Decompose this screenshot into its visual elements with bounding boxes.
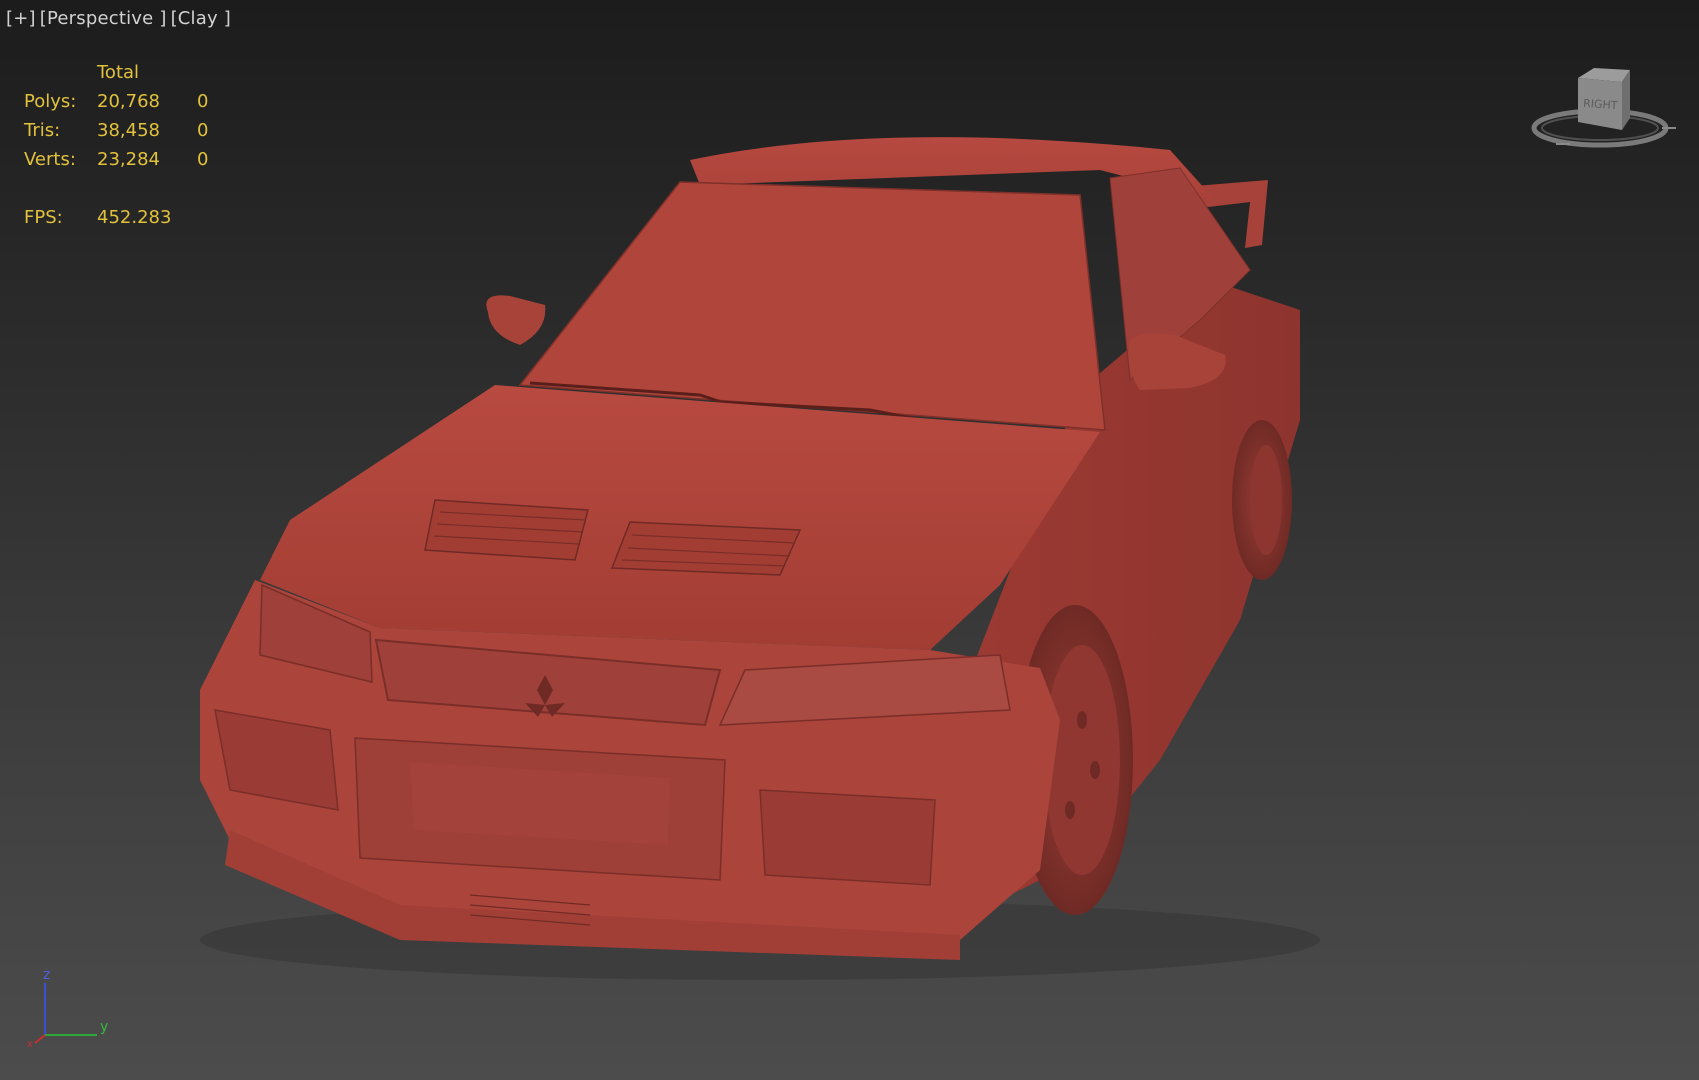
viewport-view-menu[interactable]: [Perspective ]: [40, 8, 167, 29]
stats-label: Verts:: [24, 149, 76, 170]
windshield: [518, 181, 1106, 431]
stats-row-fps: FPS: 452.283: [24, 207, 244, 229]
stats-value: 38,458: [97, 120, 160, 141]
stats-row-tris: Tris: 38,458 0: [24, 120, 244, 142]
perspective-viewport[interactable]: [+] [Perspective ] [Clay ] Total Polys: 20…: [0, 0, 1699, 1080]
car-model[interactable]: [0, 0, 1699, 1080]
stats-selected: 0: [197, 91, 209, 112]
viewport-label: [+] [Perspective ] [Clay ]: [6, 8, 231, 29]
viewcube-face-label: RIGHT: [1583, 97, 1619, 112]
lower-intake-right: [759, 789, 936, 886]
axis-z-label: z: [43, 967, 50, 983]
fps-value: 452.283: [97, 207, 172, 228]
fps-label: FPS:: [24, 207, 63, 228]
stats-row-verts: Verts: 23,284 0: [24, 149, 244, 171]
viewcube-icon[interactable]: RIGHT: [1530, 60, 1680, 160]
axis-x-label: x: [27, 1039, 33, 1050]
hood-vent-left: [424, 499, 589, 561]
stats-value: 23,284: [97, 149, 160, 170]
axis-y-label: y: [100, 1019, 108, 1035]
stats-row-polys: Polys: 20,768 0: [24, 91, 244, 113]
viewport-shading-menu[interactable]: [Clay ]: [171, 8, 231, 29]
left-mirror: [486, 295, 546, 345]
stats-label: Polys:: [24, 91, 77, 112]
axis-tripod-icon: z y x: [27, 967, 108, 1050]
stats-label: Tris:: [24, 120, 61, 141]
stats-selected: 0: [197, 149, 209, 170]
stats-value: 20,768: [97, 91, 160, 112]
stats-selected: 0: [197, 120, 209, 141]
hood: [260, 385, 1100, 650]
viewport-menu-button[interactable]: [+]: [6, 8, 36, 29]
stats-header: Total: [97, 62, 140, 83]
